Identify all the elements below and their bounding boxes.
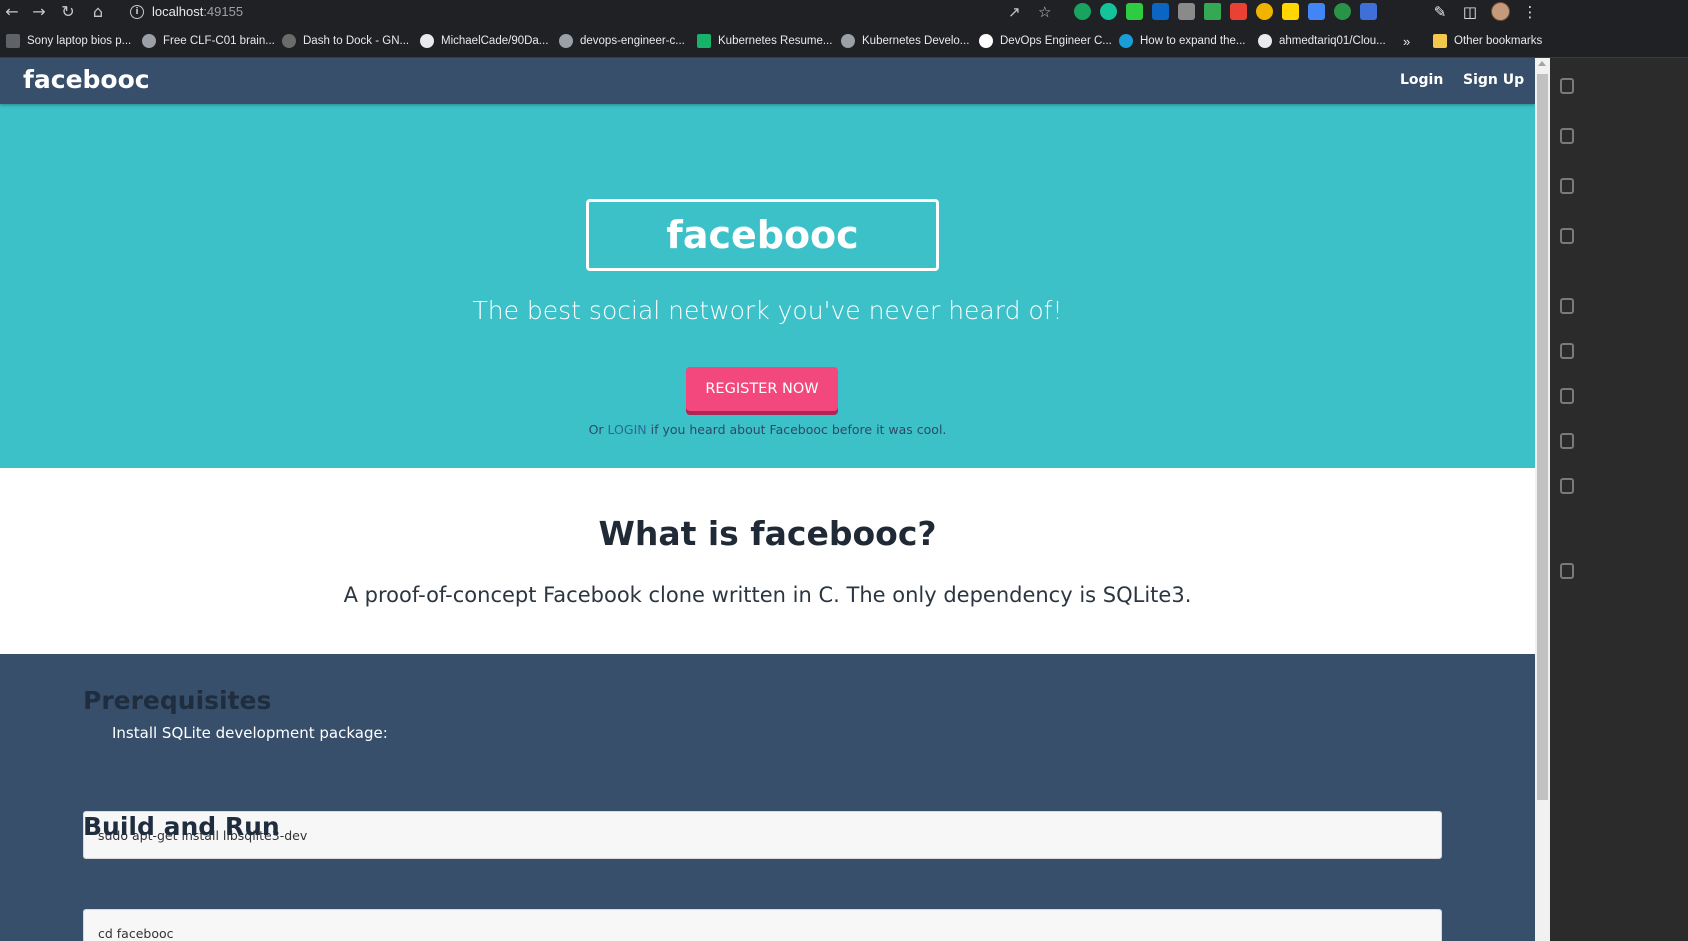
side-panel-icon[interactable] bbox=[1560, 298, 1574, 314]
linkedin-icon[interactable] bbox=[1152, 3, 1169, 20]
side-panel-icon[interactable] bbox=[1560, 388, 1574, 404]
shield-icon[interactable] bbox=[1126, 3, 1143, 20]
side-panel-icon[interactable] bbox=[1560, 478, 1574, 494]
home-icon[interactable]: ⌂ bbox=[88, 2, 108, 22]
bookmark-icon bbox=[979, 34, 993, 48]
extension-icon[interactable] bbox=[1074, 3, 1091, 20]
page-scrollbar[interactable] bbox=[1535, 58, 1550, 941]
about-heading: What is facebooc? bbox=[598, 514, 937, 553]
grammarly-icon[interactable] bbox=[1100, 3, 1117, 20]
extension-icon[interactable] bbox=[1256, 3, 1273, 20]
side-panel-icon[interactable] bbox=[1560, 128, 1574, 144]
more-bookmarks-button[interactable]: » bbox=[1403, 33, 1410, 49]
address-bar[interactable]: i localhost:49155 bbox=[120, 1, 1060, 23]
scroll-up-arrow-icon[interactable] bbox=[1538, 61, 1546, 66]
url-host: localhost bbox=[152, 4, 204, 19]
extension-icon[interactable] bbox=[1334, 3, 1351, 20]
hero-title: facebooc bbox=[666, 213, 859, 257]
bookmark-item[interactable]: MichaelCade/90Da... bbox=[420, 33, 548, 49]
hero-tagline: The best social network you've never hea… bbox=[472, 296, 1063, 325]
side-panel-icon[interactable] bbox=[1560, 78, 1574, 94]
extensions-bar bbox=[1074, 3, 1377, 21]
bookmark-item[interactable]: Free CLF-C01 brain... bbox=[142, 33, 275, 49]
browser-toolbar: ← → ↻ ⌂ i localhost:49155 ↗ ☆ ✎ ◫ ⋮ bbox=[0, 0, 1688, 24]
bookmark-item[interactable]: DevOps Engineer C... bbox=[979, 33, 1112, 49]
brand-logo[interactable]: facebooc bbox=[23, 65, 150, 94]
translate-icon[interactable] bbox=[1308, 3, 1325, 20]
site-navbar: facebooc Login Sign Up bbox=[0, 58, 1535, 104]
menu-icon[interactable]: ⋮ bbox=[1520, 2, 1540, 22]
extension-icon[interactable] bbox=[1282, 3, 1299, 20]
scrollbar-thumb[interactable] bbox=[1537, 74, 1548, 800]
site-info-icon[interactable]: i bbox=[130, 5, 144, 19]
prerequisites-instruction: Install SQLite development package: bbox=[112, 724, 388, 742]
url-port: :49155 bbox=[203, 4, 244, 19]
side-panel-icon[interactable] bbox=[1560, 228, 1574, 244]
hero-section: facebooc The best social network you've … bbox=[0, 104, 1535, 468]
docs-section: Prerequisites Install SQLite development… bbox=[0, 654, 1535, 941]
bookmarks-bar: Sony laptop bios p... Free CLF-C01 brain… bbox=[0, 24, 1688, 58]
signup-link[interactable]: Sign Up bbox=[1463, 72, 1524, 88]
side-panel-icon[interactable]: ◫ bbox=[1460, 2, 1480, 22]
page-viewport: facebooc Login Sign Up facebooc The best… bbox=[0, 58, 1535, 941]
forward-icon[interactable]: → bbox=[29, 2, 49, 22]
bookmark-icon bbox=[6, 34, 20, 48]
folder-icon bbox=[1433, 34, 1447, 48]
bookmark-item[interactable]: Dash to Dock - GN... bbox=[282, 33, 409, 49]
puzzle-icon[interactable]: ✎ bbox=[1430, 2, 1450, 22]
hero-title-box: facebooc bbox=[586, 199, 939, 271]
bookmark-item[interactable]: Kubernetes Resume... bbox=[697, 33, 832, 49]
globe-icon bbox=[559, 34, 573, 48]
bookmark-item[interactable]: devops-engineer-c... bbox=[559, 33, 685, 49]
github-icon bbox=[420, 34, 434, 48]
side-panel-icon[interactable] bbox=[1560, 178, 1574, 194]
prerequisites-heading: Prerequisites bbox=[83, 686, 272, 715]
prereq-code-block[interactable]: sudo apt-get install libsqlite3-dev bbox=[83, 811, 1442, 859]
extension-icon[interactable] bbox=[1360, 3, 1377, 20]
register-now-button[interactable]: REGISTER NOW bbox=[686, 367, 838, 411]
about-description: A proof-of-concept Facebook clone writte… bbox=[343, 583, 1192, 607]
github-icon bbox=[1258, 34, 1272, 48]
share-icon[interactable]: ↗ bbox=[1008, 2, 1021, 22]
build-run-heading: Build and Run bbox=[83, 812, 280, 841]
side-panel-icon[interactable] bbox=[1560, 563, 1574, 579]
about-section: What is facebooc? A proof-of-concept Fac… bbox=[0, 468, 1535, 654]
back-icon[interactable]: ← bbox=[2, 2, 22, 22]
side-panel-icon[interactable] bbox=[1560, 343, 1574, 359]
reload-icon[interactable]: ↻ bbox=[58, 2, 78, 22]
bookmark-item[interactable]: ahmedtariq01/Clou... bbox=[1258, 33, 1386, 49]
hero-login-note: Or LOGIN if you heard about Facebooc bef… bbox=[588, 422, 947, 437]
globe-icon bbox=[841, 34, 855, 48]
globe-icon bbox=[142, 34, 156, 48]
bookmark-item[interactable]: Sony laptop bios p... bbox=[6, 33, 131, 49]
extension-icon[interactable] bbox=[1178, 3, 1195, 20]
bookmark-icon bbox=[697, 34, 711, 48]
build-command: cd facebooc bbox=[98, 926, 174, 941]
bookmark-icon bbox=[282, 34, 296, 48]
side-panel-strip bbox=[1550, 58, 1688, 941]
side-panel-icon[interactable] bbox=[1560, 433, 1574, 449]
profile-avatar[interactable] bbox=[1491, 2, 1510, 21]
bookmark-item[interactable]: How to expand the... bbox=[1119, 33, 1245, 49]
bookmark-star-icon[interactable]: ☆ bbox=[1038, 2, 1051, 22]
hero-login-link[interactable]: LOGIN bbox=[608, 422, 647, 437]
bookmark-item[interactable]: Kubernetes Develo... bbox=[841, 33, 969, 49]
extension-icon[interactable] bbox=[1230, 3, 1247, 20]
login-link[interactable]: Login bbox=[1400, 72, 1443, 88]
drive-icon[interactable] bbox=[1204, 3, 1221, 20]
cloud-icon bbox=[1119, 34, 1133, 48]
other-bookmarks-folder[interactable]: Other bookmarks bbox=[1433, 33, 1542, 49]
build-code-block[interactable]: cd facebooc bbox=[83, 909, 1442, 941]
